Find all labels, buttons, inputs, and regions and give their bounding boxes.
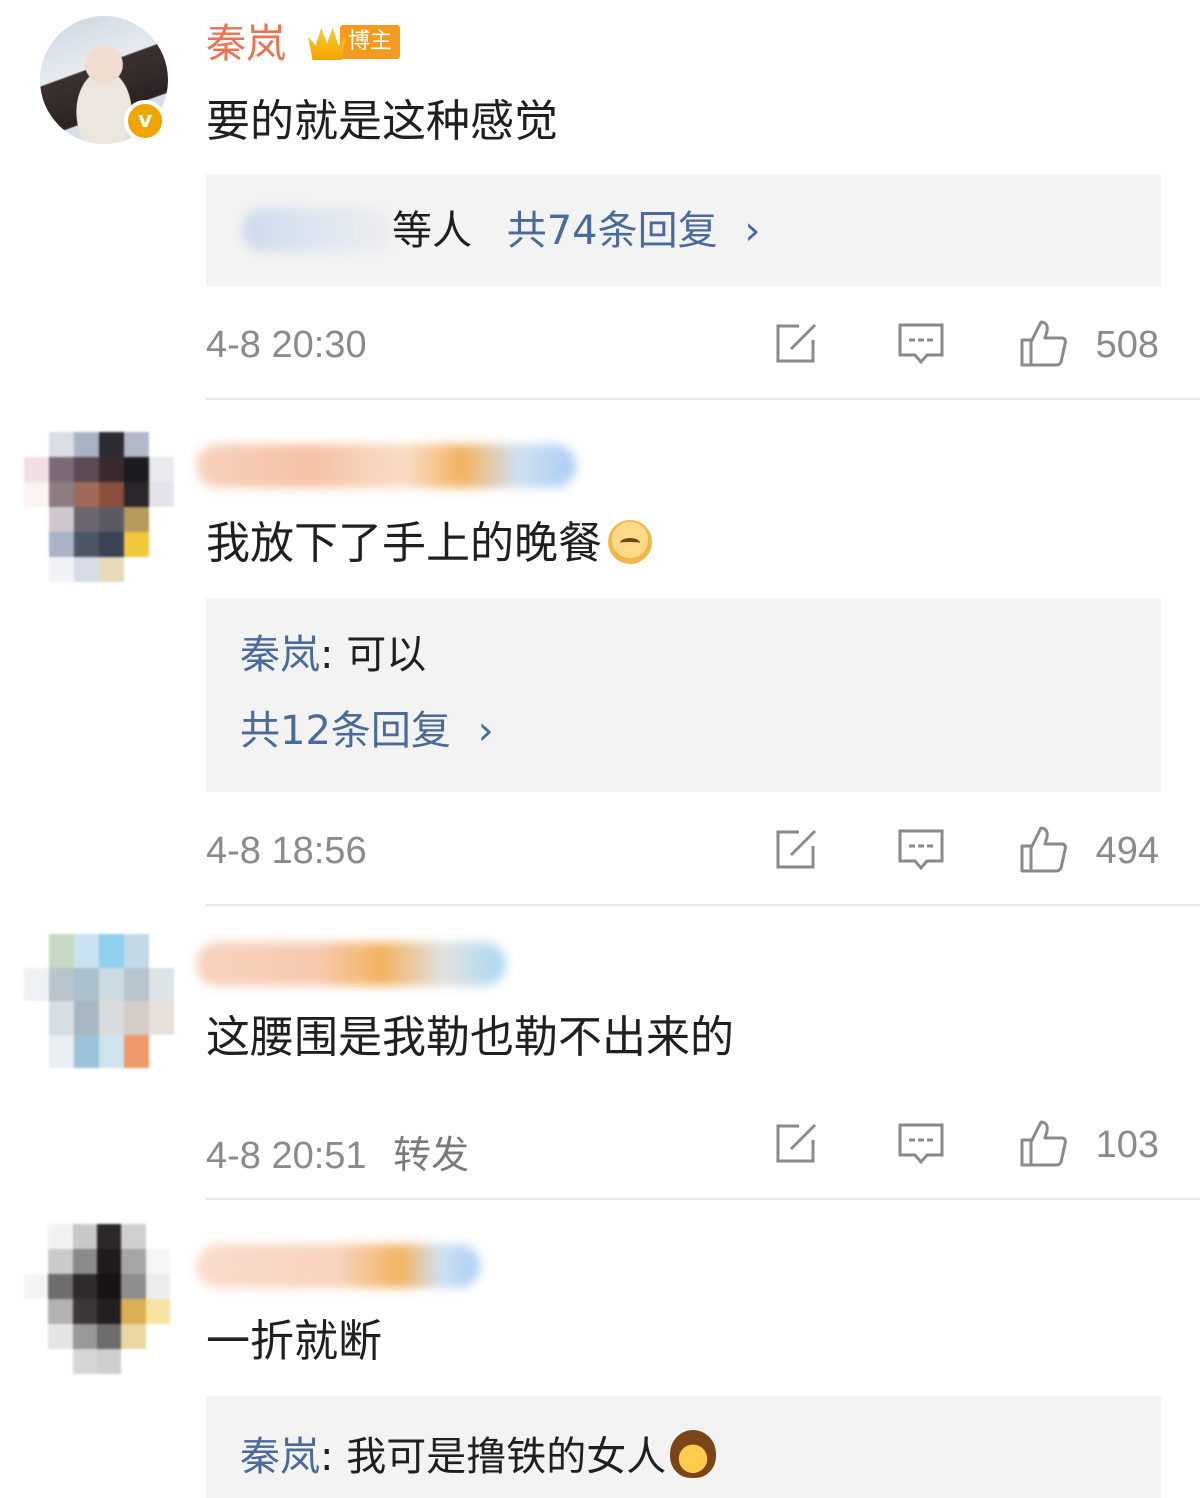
reply-text: : 我可是撸铁的女人 — [320, 1434, 667, 1480]
reply-text: : 可以 — [320, 632, 427, 678]
comment-icon[interactable] — [896, 318, 946, 368]
repost-icon[interactable] — [771, 824, 821, 874]
comment-item: 我放下了手上的晚餐 秦岚: 可以 共12条回复 › 4-8 18:56 494 — [0, 400, 1200, 906]
like-count: 103 — [1095, 1124, 1159, 1166]
comment-icon[interactable] — [896, 1118, 946, 1168]
repost-label: 转发 — [393, 1135, 470, 1177]
username[interactable]: 秦岚 — [206, 20, 286, 68]
reply-summary-suffix: 等人 — [392, 208, 472, 254]
timestamp-value: 4-8 20:51 — [206, 1135, 367, 1177]
reply-author[interactable]: 秦岚 — [240, 632, 320, 678]
avatar[interactable] — [24, 432, 174, 582]
comment-text: 这腰围是我勒也勒不出来的 — [206, 1012, 734, 1063]
repost-icon[interactable] — [771, 1118, 821, 1168]
chevron-right-icon: › — [744, 208, 761, 254]
comment-text: 一折就断 — [206, 1316, 382, 1367]
thumbs-up-icon[interactable] — [1018, 318, 1068, 368]
thumbs-up-icon[interactable] — [1018, 1118, 1068, 1168]
repost-icon[interactable] — [771, 318, 821, 368]
avatar[interactable] — [24, 934, 174, 1068]
comment-icon[interactable] — [896, 824, 946, 874]
crying-dog-emoji-icon — [608, 520, 652, 564]
comment-item: v 秦岚 博主 要的就是这种感觉 等人 共74条回复 › 4-8 20:30 5… — [0, 0, 1200, 400]
verified-badge-icon: v — [124, 100, 166, 142]
reply-count-link[interactable]: 共12条回复 — [240, 708, 451, 754]
like-count: 494 — [1095, 830, 1159, 872]
comment-text: 我放下了手上的晚餐 — [206, 516, 652, 572]
comment-item: 这腰围是我勒也勒不出来的 4-8 20:51 转发 103 — [0, 906, 1200, 1200]
comment-item: 一折就断 秦岚: 我可是撸铁的女人 — [0, 1200, 1200, 1498]
reply-box[interactable]: 秦岚: 我可是撸铁的女人 — [206, 1396, 1161, 1498]
blurred-username[interactable] — [196, 444, 576, 488]
reply-summary-box[interactable]: 等人 共74条回复 › — [206, 174, 1161, 286]
blurred-username[interactable] — [196, 1244, 480, 1288]
reply-box[interactable]: 秦岚: 可以 共12条回复 › — [206, 598, 1161, 792]
comment-text-content: 我放下了手上的晚餐 — [206, 518, 602, 569]
woman-emoji-icon — [670, 1430, 717, 1478]
comment-text: 要的就是这种感觉 — [206, 96, 558, 147]
avatar[interactable] — [24, 1224, 170, 1374]
blurred-names — [242, 208, 392, 252]
reply-author[interactable]: 秦岚 — [240, 1434, 320, 1480]
like-count: 508 — [1095, 324, 1159, 366]
blogger-badge-label: 博主 — [340, 25, 401, 59]
blurred-username[interactable] — [196, 942, 506, 986]
timestamp: 4-8 20:51 转发 — [206, 1124, 469, 1179]
chevron-right-icon: › — [477, 708, 494, 754]
timestamp: 4-8 20:30 — [206, 324, 367, 366]
timestamp: 4-8 18:56 — [206, 830, 367, 872]
reply-count-link[interactable]: 共74条回复 — [507, 208, 718, 254]
thumbs-up-icon[interactable] — [1018, 824, 1068, 874]
blogger-badge: 博主 — [308, 24, 401, 60]
